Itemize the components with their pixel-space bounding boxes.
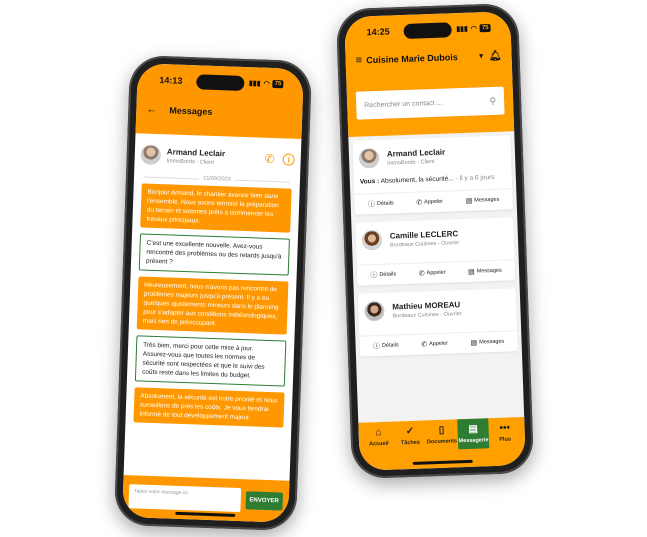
contact-subtitle: Bordeaux Cuisines - Ouvrier bbox=[390, 239, 460, 249]
contact-card[interactable]: Mathieu MOREAU Bordeaux Cuisines - Ouvri… bbox=[357, 288, 518, 357]
info-icon[interactable]: i bbox=[282, 153, 295, 166]
info-icon: ⓘ bbox=[367, 201, 376, 209]
details-button[interactable]: ⓘ Détails bbox=[368, 198, 394, 209]
messages-button[interactable]: ▤ Messages bbox=[465, 195, 500, 206]
call-button[interactable]: ✆ Appeler bbox=[421, 339, 448, 350]
contact-actions: ⓘ Détails ✆ Appeler ▤ Messages bbox=[356, 259, 516, 286]
battery-icon: 75 bbox=[479, 23, 491, 33]
messages-screen: 14:13 ▮▮▮ ◠ 75 ← Messages Armand Leclair I… bbox=[122, 63, 304, 523]
nav-plus[interactable]: ••• Plus bbox=[489, 417, 522, 466]
chat-icon: ▤ bbox=[468, 268, 475, 276]
messages-button[interactable]: ▤ Messages bbox=[470, 337, 504, 348]
info-icon: ⓘ bbox=[370, 272, 378, 280]
status-time: 14:25 bbox=[366, 26, 390, 38]
contact-list: Armand Leclair ImmoBordo - Client Vous :… bbox=[352, 135, 518, 364]
avatar bbox=[358, 147, 380, 169]
info-icon: ⓘ bbox=[372, 342, 381, 351]
chat-icon: ▤ bbox=[468, 423, 479, 435]
phone-contacts: 14:25 ▮▮▮ ◠ 75 ≡ Cuisine Marie Dubois ▼ 🔔︎… bbox=[335, 2, 535, 480]
conversation-contact: Armand Leclair ImmoBordo - Client ✆ i bbox=[140, 137, 295, 176]
check-circle-icon: ✓ bbox=[405, 425, 415, 438]
home-icon: ⌂ bbox=[375, 426, 382, 439]
status-time: 14:13 bbox=[159, 75, 183, 86]
phone-messages: 14:13 ▮▮▮ ◠ 75 ← Messages Armand Leclair I… bbox=[113, 54, 313, 532]
message-bubble-received: C'est une excellente nouvelle. Avez-vous… bbox=[138, 233, 290, 276]
call-button[interactable]: ✆ Appeler bbox=[416, 197, 443, 208]
avatar bbox=[361, 229, 383, 251]
avatar bbox=[364, 300, 385, 322]
contact-subtitle: ImmoBordo - Client bbox=[387, 158, 435, 167]
chat-icon: ▤ bbox=[470, 339, 478, 347]
nav-messagerie[interactable]: ▤ Messagerie bbox=[457, 418, 490, 450]
search-input[interactable]: Rechercher un contact ... ⚲ bbox=[354, 85, 506, 121]
page-title: Messages bbox=[169, 105, 213, 117]
search-icon[interactable]: ⚲ bbox=[489, 95, 496, 106]
contact-name: Camille LECLERC bbox=[389, 228, 459, 241]
contact-name: Armand Leclair bbox=[386, 147, 446, 159]
phone-icon[interactable]: ✆ bbox=[264, 152, 275, 166]
showcase-stage: 14:13 ▮▮▮ ◠ 75 ← Messages Armand Leclair I… bbox=[0, 0, 647, 537]
send-button[interactable]: ENVOYER bbox=[245, 491, 284, 511]
phone-icon: ✆ bbox=[418, 270, 425, 278]
document-icon: ▯ bbox=[438, 424, 445, 436]
nav-accueil[interactable]: ⌂ Accueil bbox=[362, 422, 395, 471]
bell-icon[interactable]: 🔔︎ bbox=[489, 50, 502, 61]
contacts-screen: 14:25 ▮▮▮ ◠ 75 ≡ Cuisine Marie Dubois ▼ 🔔︎… bbox=[344, 11, 526, 471]
dynamic-island bbox=[196, 74, 245, 91]
search-placeholder: Rechercher un contact ... bbox=[364, 99, 443, 109]
avatar bbox=[140, 144, 162, 166]
signal-icon: ▮▮▮ bbox=[248, 80, 261, 88]
message-bubble-sent: Bonjour Armand, le chantier avance bien … bbox=[140, 183, 292, 233]
contact-actions: ⓘ Détails ✆ Appeler ▤ Messages bbox=[354, 188, 513, 215]
contact-card[interactable]: Camille LECLERC Bordeaux Cuisines - Ouvr… bbox=[355, 217, 516, 286]
message-bubble-sent: Absolument, la sécurité est notre priori… bbox=[133, 387, 285, 428]
message-list: Bonjour Armand, le chantier avance bien … bbox=[133, 183, 292, 433]
dynamic-island bbox=[403, 22, 452, 39]
wifi-icon: ◠ bbox=[470, 25, 478, 33]
call-button[interactable]: ✆ Appeler bbox=[419, 268, 446, 279]
contact-subtitle: ImmoBordo - Client bbox=[166, 157, 215, 166]
chevron-down-icon[interactable]: ▼ bbox=[478, 53, 485, 60]
more-icon: ••• bbox=[499, 422, 511, 434]
phone-icon: ✆ bbox=[416, 199, 423, 207]
last-message-time: - Il y a 6 jours bbox=[455, 173, 495, 183]
back-arrow-icon[interactable]: ← bbox=[146, 104, 157, 116]
details-button[interactable]: ⓘ Détails bbox=[373, 340, 399, 351]
contact-card[interactable]: Armand Leclair ImmoBordo - Client Vous :… bbox=[352, 135, 513, 215]
messages-button[interactable]: ▤ Messages bbox=[468, 266, 502, 277]
project-title: Cuisine Marie Dubois bbox=[366, 52, 458, 66]
wifi-icon: ◠ bbox=[263, 80, 270, 88]
contact-actions: ⓘ Détails ✆ Appeler ▤ Messages bbox=[359, 330, 518, 357]
chat-icon: ▤ bbox=[465, 197, 473, 205]
contact-name: Mathieu MOREAU bbox=[392, 299, 461, 312]
menu-icon[interactable]: ≡ bbox=[355, 54, 362, 66]
message-bubble-sent: Heureusement, nous n'avons pas rencontré… bbox=[136, 276, 289, 335]
details-button[interactable]: ⓘ Détails bbox=[370, 269, 396, 280]
signal-icon: ▮▮▮ bbox=[456, 25, 468, 34]
message-bubble-received: Très bien, merci pour cette mise à jour.… bbox=[134, 335, 287, 387]
contact-subtitle: Bordeaux Cuisines - Ouvrier bbox=[392, 310, 462, 320]
battery-icon: 75 bbox=[272, 79, 284, 89]
message-input[interactable]: Tapez votre message ici bbox=[128, 484, 241, 513]
phone-icon: ✆ bbox=[421, 341, 428, 349]
